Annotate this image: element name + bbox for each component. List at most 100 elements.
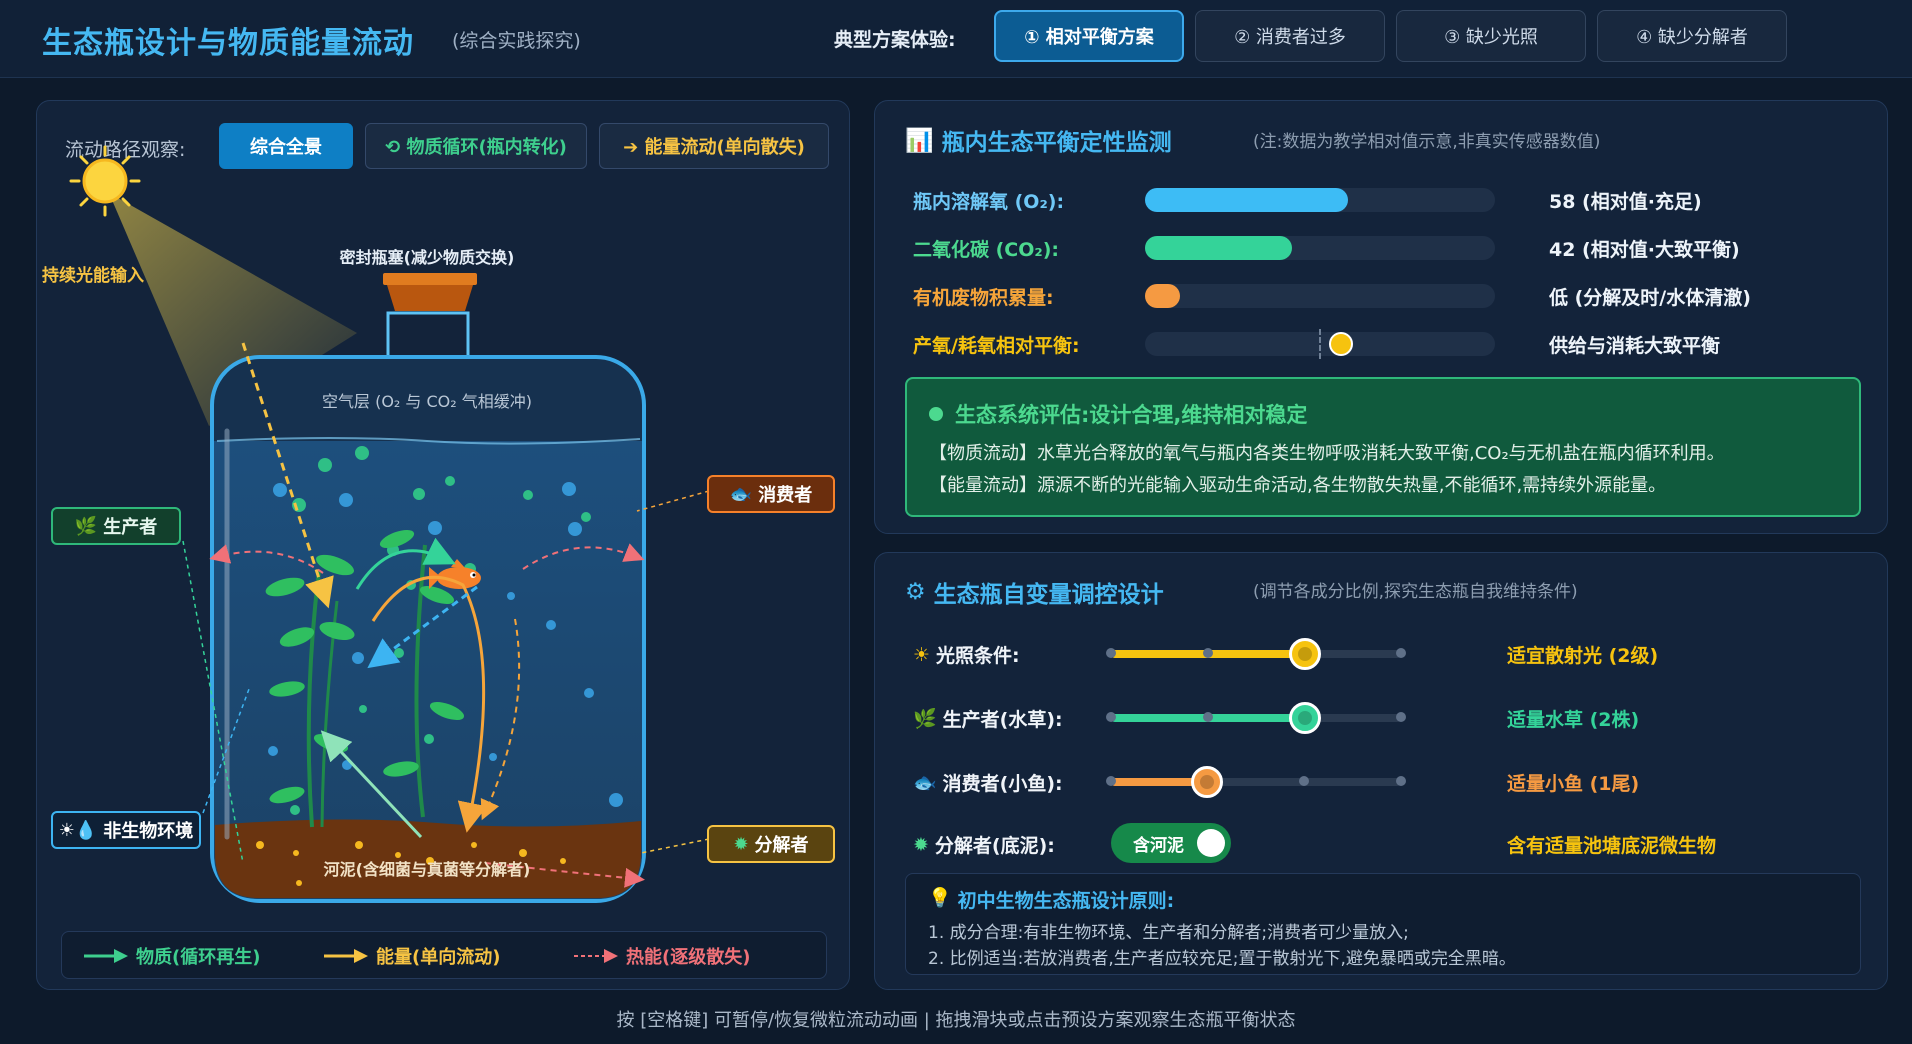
sun-small-icon: ☀	[913, 643, 931, 666]
toggle-knob	[1197, 829, 1225, 857]
assessment-energy-line: 【能量流动】源源不断的光能输入驱动生命活动,各生物散失热量,不能循环,需持续外源…	[929, 475, 1667, 496]
decomposer-value: 含有适量池塘底泥微生物	[1507, 835, 1717, 857]
app-subtitle: (综合实践探究)	[452, 30, 581, 52]
metric-fill	[1145, 188, 1348, 212]
legend-energy: 能量(单向流动)	[324, 943, 500, 969]
metric-value: 供给与消耗大致平衡	[1549, 335, 1721, 357]
co2-bar	[1145, 236, 1495, 260]
microbe-icon: ✹	[733, 833, 749, 855]
status-dot-icon	[929, 407, 943, 421]
slider-tick	[1396, 776, 1406, 786]
balance-gauge	[1145, 329, 1495, 359]
flow-diagram-panel: 流动路径观察: 综合全景 ⟲ 物质循环(瓶内转化) ➔ 能量流动(单向散失) 持…	[36, 100, 850, 990]
gear-icon: ⚙	[905, 579, 926, 605]
decomposer-tag[interactable]: ✹ 分解者	[707, 825, 835, 863]
scenario-balanced-button[interactable]: ① 相对平衡方案	[994, 10, 1184, 62]
consumer-tag[interactable]: 🐟 消费者	[707, 475, 835, 513]
slider-tick	[1299, 776, 1310, 786]
principle-line: 2. 比例适当:若放消费者,生产者应较充足;置于散射光下,避免暴晒或完全黑暗。	[928, 949, 1516, 969]
fish-tag-icon: 🐟	[729, 483, 753, 505]
monitor-title: 📊 瓶内生态平衡定性监测	[905, 127, 1172, 157]
decomposer-label: ✹ 分解者(底泥):	[913, 833, 1055, 858]
metric-fill	[1145, 284, 1180, 308]
decomposer-control: ✹ 分解者(底泥): 含河泥 含有适量池塘底泥微生物	[913, 823, 1873, 863]
leaf-small-icon: 🌿	[913, 708, 937, 730]
leaf-icon: 🌿	[74, 515, 98, 537]
metric-fill	[1145, 236, 1292, 260]
slider-knob[interactable]	[1190, 766, 1223, 798]
sun-icon	[69, 145, 141, 217]
bottle-neck	[386, 311, 470, 361]
metric-oxygen-balance: 产氧/耗氧相对平衡: 供给与消耗大致平衡	[913, 327, 1873, 361]
light-slider[interactable]	[1106, 638, 1406, 670]
slider-tick	[1396, 712, 1406, 722]
scenario-no-decomposer-button[interactable]: ④ 缺少分解者	[1597, 10, 1787, 62]
fish-small-icon: 🐟	[913, 772, 937, 794]
lightbulb-icon: 💡	[928, 887, 952, 909]
slider-knob[interactable]	[1289, 702, 1322, 734]
consumer-value: 适量小鱼 (1尾)	[1507, 773, 1640, 795]
principles-title: 💡 初中生物生态瓶设计原则:	[928, 887, 1175, 912]
app-title: 生态瓶设计与物质能量流动	[42, 26, 414, 61]
sun-water-icon: ☀💧	[58, 819, 98, 841]
metric-value: 42 (相对值·大致平衡)	[1549, 239, 1740, 261]
legend-matter: 物质(循环再生)	[84, 943, 260, 969]
producer-value: 适量水草 (2株)	[1507, 709, 1640, 731]
mud-label: 河泥(含细菌与真菌等分解者)	[324, 860, 531, 879]
slider-tick	[1106, 712, 1116, 722]
waste-bar	[1145, 284, 1495, 308]
red-dashed-arrow-icon	[574, 949, 618, 963]
monitor-panel: 📊 瓶内生态平衡定性监测 (注:数据为教学相对值示意,非真实传感器数值) 瓶内溶解…	[874, 100, 1888, 534]
decomposer-toggle[interactable]: 含河泥	[1111, 823, 1231, 863]
metric-value: 低 (分解及时/水体清澈)	[1549, 287, 1751, 309]
bar-chart-icon: 📊	[905, 127, 934, 154]
scenario-label: 典型方案体验:	[834, 29, 956, 51]
metric-oxygen: 瓶内溶解氧 (O₂): 58 (相对值·充足)	[913, 183, 1873, 217]
microbe-small-icon: ✹	[913, 833, 929, 856]
footer-hint: 按 [空格键] 可暂停/恢复微粒流动动画 | 拖拽滑块或点击预设方案观察生态瓶平…	[616, 1010, 1296, 1031]
assessment-box: 生态系统评估:设计合理,维持相对稳定 【物质流动】水草光合释放的氧气与瓶内各类生…	[905, 377, 1861, 517]
slider-knob[interactable]	[1289, 638, 1322, 670]
scenario-too-many-consumers-button[interactable]: ② 消费者过多	[1195, 10, 1385, 62]
consumer-control: 🐟 消费者(小鱼): 适量小鱼 (1尾)	[913, 761, 1873, 801]
bottle-stopper	[383, 273, 477, 285]
light-label: ☀ 光照条件:	[913, 643, 1020, 668]
oxygen-bar	[1145, 188, 1495, 212]
stopper-label: 密封瓶塞(减少物质交换)	[339, 248, 515, 267]
producer-control: 🌿 生产者(水草): 适量水草 (2株)	[913, 697, 1873, 737]
abiotic-tag[interactable]: ☀💧 非生物环境	[51, 811, 201, 849]
metric-label: 有机废物积累量:	[913, 287, 1054, 309]
green-arrow-icon	[84, 949, 128, 963]
metric-value: 58 (相对值·充足)	[1549, 191, 1702, 213]
yellow-arrow-icon	[324, 949, 368, 963]
slider-tick	[1106, 648, 1116, 658]
assessment-matter-line: 【物质流动】水草光合释放的氧气与瓶内各类生物呼吸消耗大致平衡,CO₂与无机盐在瓶…	[929, 443, 1725, 464]
balance-indicator	[1329, 332, 1353, 356]
consumer-label: 🐟 消费者(小鱼):	[913, 772, 1063, 795]
control-note: (调节各成分比例,探究生态瓶自我维持条件)	[1253, 582, 1578, 602]
design-principles-box: 💡 初中生物生态瓶设计原则: 1. 成分合理:有非生物环境、生产者和分解者;消费者…	[905, 873, 1861, 975]
sun-label: 持续光能输入	[42, 265, 144, 286]
monitor-note: (注:数据为教学相对值示意,非真实传感器数值)	[1253, 132, 1601, 152]
producer-tag[interactable]: 🌿 生产者	[51, 507, 181, 545]
slider-tick	[1202, 648, 1213, 658]
air-layer-label: 空气层 (O₂ 与 CO₂ 气相缓冲)	[322, 392, 532, 411]
light-control: ☀ 光照条件: 适宜散射光 (2级)	[913, 633, 1873, 673]
slider-tick	[1396, 648, 1406, 658]
metric-co2: 二氧化碳 (CO₂): 42 (相对值·大致平衡)	[913, 231, 1873, 265]
flow-legend: 物质(循环再生) 能量(单向流动) 热能(逐级散失)	[61, 931, 827, 979]
metric-label: 二氧化碳 (CO₂):	[913, 239, 1059, 261]
producer-slider[interactable]	[1106, 702, 1406, 734]
principle-line: 1. 成分合理:有非生物环境、生产者和分解者;消费者可少量放入;	[928, 923, 1409, 943]
metric-organic-waste: 有机废物积累量: 低 (分解及时/水体清澈)	[913, 279, 1873, 313]
producer-label: 🌿 生产者(水草):	[913, 708, 1063, 731]
metric-label: 瓶内溶解氧 (O₂):	[913, 191, 1065, 213]
assessment-title: 生态系统评估:设计合理,维持相对稳定	[929, 399, 1307, 429]
slider-tick	[1202, 712, 1213, 722]
slider-tick	[1106, 776, 1116, 786]
legend-heat: 热能(逐级散失)	[574, 943, 750, 969]
consumer-slider[interactable]	[1106, 766, 1406, 798]
balance-center-line	[1319, 329, 1321, 359]
control-panel: ⚙ 生态瓶自变量调控设计 (调节各成分比例,探究生态瓶自我维持条件) ☀ 光照条件:…	[874, 552, 1888, 990]
scenario-no-light-button[interactable]: ③ 缺少光照	[1396, 10, 1586, 62]
